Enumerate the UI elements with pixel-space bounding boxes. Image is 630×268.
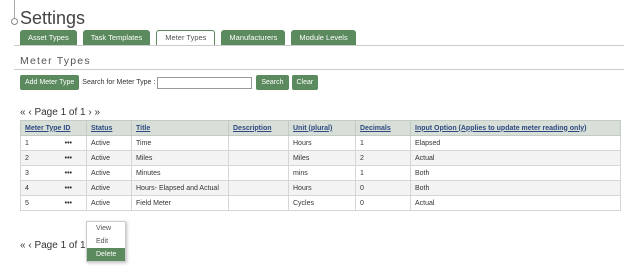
cell-unit: Miles bbox=[288, 150, 356, 166]
cell-id: 5 ••• bbox=[20, 195, 87, 211]
meter-types-table: Meter Type ID Status Title Description U… bbox=[20, 120, 621, 211]
row-actions-icon[interactable]: ••• bbox=[65, 140, 72, 147]
column-decimals[interactable]: Decimals bbox=[355, 120, 411, 136]
tab-module-levels[interactable]: Module Levels bbox=[291, 30, 356, 46]
cell-input-option: Actual bbox=[410, 195, 621, 211]
cell-unit: Hours bbox=[288, 180, 356, 196]
cell-decimals: 0 bbox=[355, 195, 411, 211]
cell-description bbox=[228, 165, 289, 181]
row-actions-icon[interactable]: ••• bbox=[65, 155, 72, 162]
cell-description bbox=[228, 180, 289, 196]
row-id: 4 bbox=[25, 184, 29, 192]
column-meter-type-id[interactable]: Meter Type ID bbox=[20, 120, 87, 136]
cell-unit: Cycles bbox=[288, 195, 356, 211]
tab-strip-divider bbox=[14, 45, 624, 46]
table-row: 1 ••• Active Time Hours 1 Elapsed bbox=[20, 135, 621, 151]
pager-bottom[interactable]: « ‹ Page 1 of 1 bbox=[20, 240, 86, 251]
section-divider bbox=[14, 69, 624, 70]
cell-input-option: Both bbox=[410, 180, 621, 196]
cell-unit: mins bbox=[288, 165, 356, 181]
cell-id: 2 ••• bbox=[20, 150, 87, 166]
tab-task-templates[interactable]: Task Templates bbox=[82, 30, 151, 46]
table-row: 5 ••• Active Field Meter Cycles 0 Actual bbox=[20, 195, 621, 211]
column-status[interactable]: Status bbox=[86, 120, 132, 136]
cell-title: Time bbox=[131, 135, 229, 151]
row-actions-icon[interactable]: ••• bbox=[65, 185, 72, 192]
cell-title: Minutes bbox=[131, 165, 229, 181]
page-title: Settings bbox=[20, 8, 86, 28]
cell-id: 3 ••• bbox=[20, 165, 87, 181]
table-row: 3 ••• Active Minutes mins 1 Both bbox=[20, 165, 621, 181]
cell-decimals: 1 bbox=[355, 165, 411, 181]
cell-status: Active bbox=[86, 180, 132, 196]
cell-input-option: Actual bbox=[410, 150, 621, 166]
row-id: 5 bbox=[25, 199, 29, 207]
column-input-option[interactable]: Input Option (Applies to update meter re… bbox=[410, 120, 621, 136]
table-header-row: Meter Type ID Status Title Description U… bbox=[20, 120, 621, 136]
cell-input-option: Both bbox=[410, 165, 621, 181]
cell-decimals: 2 bbox=[355, 150, 411, 166]
cell-description bbox=[228, 135, 289, 151]
cell-title: Field Meter bbox=[131, 195, 229, 211]
cell-title: Miles bbox=[131, 150, 229, 166]
column-title[interactable]: Title bbox=[131, 120, 229, 136]
clear-button[interactable]: Clear bbox=[291, 75, 319, 90]
timeline-circle-icon bbox=[11, 18, 18, 25]
menu-item-delete[interactable]: Delete bbox=[87, 248, 125, 261]
row-context-menu: View Edit Delete bbox=[86, 221, 126, 262]
row-id: 2 bbox=[25, 154, 29, 162]
cell-id: 1 ••• bbox=[20, 135, 87, 151]
row-actions-icon[interactable]: ••• bbox=[65, 170, 72, 177]
section-title: Meter Types bbox=[20, 55, 91, 67]
toolbar: Add Meter Type Search for Meter Type : S… bbox=[20, 75, 319, 90]
table-row: 4 ••• Active Hours- Elapsed and Actual Ho… bbox=[20, 180, 621, 196]
cell-unit: Hours bbox=[288, 135, 356, 151]
cell-id: 4 ••• bbox=[20, 180, 87, 196]
header-rule bbox=[14, 0, 15, 20]
search-input[interactable] bbox=[157, 76, 253, 89]
menu-item-view[interactable]: View bbox=[87, 222, 125, 235]
tab-bar: Asset Types Task Templates Meter Types M… bbox=[20, 30, 362, 46]
add-meter-type-button[interactable]: Add Meter Type bbox=[20, 75, 80, 90]
cell-input-option: Elapsed bbox=[410, 135, 621, 151]
column-description[interactable]: Description bbox=[228, 120, 289, 136]
cell-description bbox=[228, 150, 289, 166]
cell-status: Active bbox=[86, 150, 132, 166]
tab-meter-types[interactable]: Meter Types bbox=[156, 30, 216, 46]
search-label: Search for Meter Type : bbox=[82, 79, 156, 86]
column-unit[interactable]: Unit (plural) bbox=[288, 120, 356, 136]
cell-status: Active bbox=[86, 195, 132, 211]
search-button[interactable]: Search bbox=[256, 75, 289, 90]
cell-decimals: 0 bbox=[355, 180, 411, 196]
cell-decimals: 1 bbox=[355, 135, 411, 151]
row-id: 3 bbox=[25, 169, 29, 177]
cell-status: Active bbox=[86, 135, 132, 151]
pager-top[interactable]: « ‹ Page 1 of 1 › » bbox=[20, 107, 100, 118]
cell-status: Active bbox=[86, 165, 132, 181]
cell-title: Hours- Elapsed and Actual bbox=[131, 180, 229, 196]
table-row: 2 ••• Active Miles Miles 2 Actual bbox=[20, 150, 621, 166]
cell-description bbox=[228, 195, 289, 211]
tab-asset-types[interactable]: Asset Types bbox=[20, 30, 77, 46]
menu-item-edit[interactable]: Edit bbox=[87, 235, 125, 248]
tab-manufacturers[interactable]: Manufacturers bbox=[221, 30, 286, 46]
row-actions-icon[interactable]: ••• bbox=[65, 200, 72, 207]
row-id: 1 bbox=[25, 139, 29, 147]
